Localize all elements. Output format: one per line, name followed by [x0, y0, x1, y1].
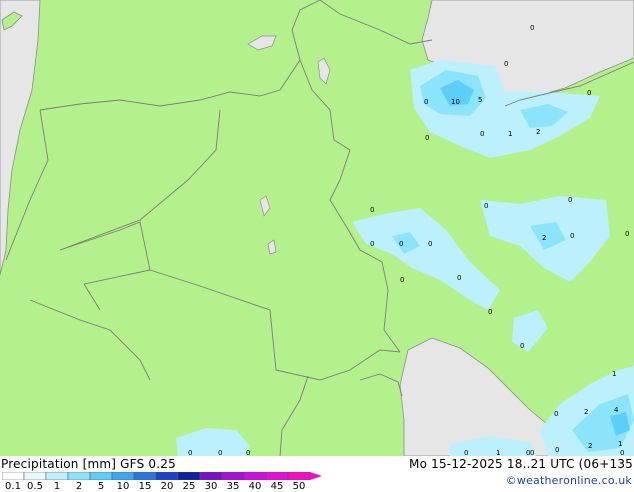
value-label: 0	[218, 449, 222, 456]
value-label: 0	[587, 89, 591, 97]
scale-tick-label: 40	[248, 481, 262, 492]
value-label: 0	[246, 449, 250, 456]
value-label: 4	[614, 406, 619, 414]
precipitation-map: 0 10 5 0 0 1 2 0 0 0 0 2 0 0 0 0 0 0 0 0…	[0, 0, 634, 456]
value-label: 1	[496, 449, 500, 456]
site-credit[interactable]: ©weatheronline.co.uk	[506, 474, 632, 487]
value-label: 1	[612, 370, 616, 378]
value-label: 1	[508, 130, 512, 138]
value-label: 0	[568, 196, 572, 204]
scale-swatch	[177, 472, 201, 480]
scale-swatch	[111, 472, 135, 480]
scale-swatch	[265, 472, 289, 480]
value-label: 0	[428, 240, 432, 248]
scale-tick-label: 30	[204, 481, 218, 492]
value-label: 0	[504, 60, 508, 68]
value-label: 0	[425, 134, 429, 142]
scale-tick-label: 20	[160, 481, 174, 492]
scale-swatch	[243, 472, 267, 480]
value-label: 0	[399, 240, 403, 248]
scale-swatch	[67, 472, 91, 480]
scale-tick-label: 50	[292, 481, 306, 492]
scale-swatch	[45, 472, 69, 480]
value-label: 0	[188, 449, 192, 456]
map-title: Precipitation [mm] GFS 0.25	[1, 457, 176, 471]
scale-swatch	[23, 472, 47, 480]
value-label: 0	[520, 342, 524, 350]
value-label: 1	[618, 440, 622, 448]
value-label: 10	[451, 98, 460, 106]
value-label: 0	[424, 98, 428, 106]
scale-tick-label: 15	[138, 481, 152, 492]
value-label: 0	[464, 449, 468, 456]
value-label: 0	[625, 230, 629, 238]
scale-tick-label: 45	[270, 481, 284, 492]
value-label: 0	[370, 206, 374, 214]
value-label: 2	[536, 128, 540, 136]
scale-tick-label: 2	[75, 481, 83, 492]
scale-swatch	[221, 472, 245, 480]
value-label: 0	[457, 274, 461, 282]
value-label: 5	[478, 96, 482, 104]
scale-tick-label: 10	[116, 481, 130, 492]
scale-tick-label: 35	[226, 481, 240, 492]
scale-tick-label: 25	[182, 481, 196, 492]
value-label: 0	[484, 202, 488, 210]
value-label: 0	[488, 308, 492, 316]
scale-swatch	[287, 472, 311, 480]
value-label: 0	[570, 232, 574, 240]
scale-arrow	[310, 472, 322, 480]
scale-swatch	[89, 472, 113, 480]
scale-tick-label: 5	[97, 481, 105, 492]
scale-swatch	[2, 472, 25, 480]
map-footer: Precipitation [mm] GFS 0.25 Mo 15-12-202…	[0, 456, 634, 492]
value-label: 0	[370, 240, 374, 248]
weather-map-panel: 0 10 5 0 0 1 2 0 0 0 0 2 0 0 0 0 0 0 0 0…	[0, 0, 634, 492]
value-label: 2	[542, 234, 546, 242]
value-label: 0	[530, 24, 534, 32]
scale-tick-label: 0.1	[5, 481, 21, 492]
value-label: 2	[588, 442, 592, 450]
value-label: 0	[554, 410, 558, 418]
scale-tick-label: 0.5	[27, 481, 43, 492]
forecast-datetime: Mo 15-12-2025 18..21 UTC (06+135	[409, 457, 633, 471]
scale-swatch	[199, 472, 223, 480]
value-label: 2	[584, 408, 588, 416]
scale-tick-label: 1	[53, 481, 61, 492]
scale-swatch	[155, 472, 179, 480]
value-label: 0	[400, 276, 404, 284]
value-label: 0	[555, 446, 559, 454]
value-label: 0	[480, 130, 484, 138]
value-label: 0	[530, 449, 534, 456]
value-label: 0	[620, 449, 624, 456]
scale-swatch	[133, 472, 157, 480]
color-scale-bar	[2, 472, 322, 480]
